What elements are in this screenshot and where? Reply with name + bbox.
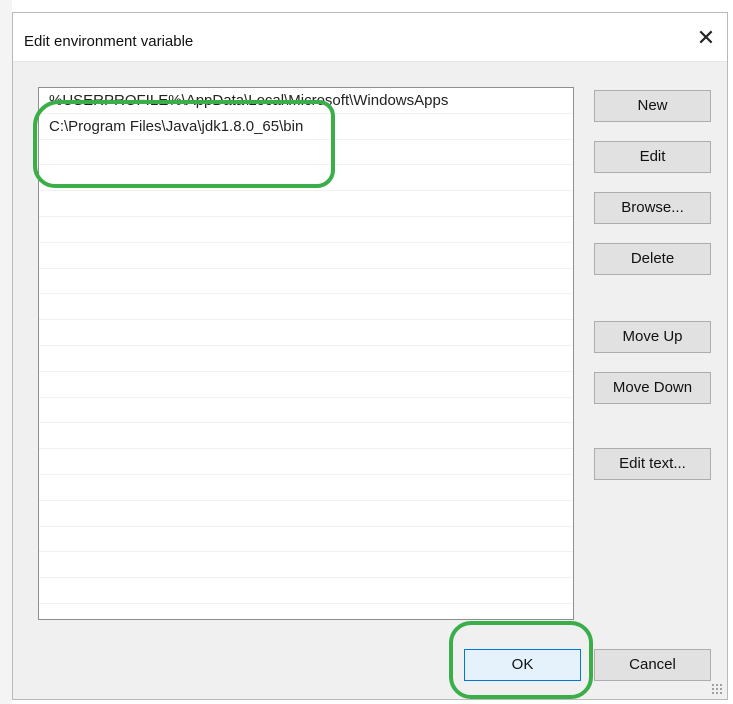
dialog-title: Edit environment variable: [24, 33, 194, 50]
empty-list-row[interactable]: [39, 269, 573, 295]
empty-list-row[interactable]: [39, 423, 573, 450]
empty-list-row[interactable]: [39, 475, 573, 501]
empty-list-row[interactable]: [39, 449, 573, 475]
delete-button[interactable]: Delete: [594, 243, 711, 275]
edit-environment-variable-dialog: Edit environment variable ✕ %USERPROFILE…: [12, 12, 728, 700]
edit-button[interactable]: Edit: [594, 141, 711, 173]
empty-list-row[interactable]: [39, 527, 573, 553]
ok-button[interactable]: OK: [464, 649, 581, 681]
empty-list-row[interactable]: [39, 140, 573, 166]
empty-list-row[interactable]: [39, 552, 573, 579]
title-bar: Edit environment variable ✕: [13, 13, 727, 62]
browse-button[interactable]: Browse...: [594, 192, 711, 224]
empty-list-row[interactable]: [39, 346, 573, 372]
cancel-button[interactable]: Cancel: [594, 649, 711, 681]
background-window-edge: [0, 0, 12, 704]
empty-list-row[interactable]: [39, 294, 573, 321]
empty-list-row[interactable]: [39, 243, 573, 269]
empty-list-row[interactable]: [39, 398, 573, 424]
resize-grip-icon[interactable]: [711, 683, 723, 695]
move-up-button[interactable]: Move Up: [594, 321, 711, 353]
path-entries-list[interactable]: %USERPROFILE%\AppData\Local\Microsoft\Wi…: [38, 87, 574, 620]
empty-list-row[interactable]: [39, 372, 573, 398]
move-down-button[interactable]: Move Down: [594, 372, 711, 404]
empty-list-row[interactable]: [39, 165, 573, 192]
list-item[interactable]: %USERPROFILE%\AppData\Local\Microsoft\Wi…: [39, 88, 573, 114]
empty-list-row[interactable]: [39, 320, 573, 346]
empty-list-row[interactable]: [39, 578, 573, 604]
empty-list-row[interactable]: [39, 217, 573, 243]
empty-list-row[interactable]: [39, 501, 573, 527]
edit-text-button[interactable]: Edit text...: [594, 448, 711, 480]
new-button[interactable]: New: [594, 90, 711, 122]
list-item[interactable]: C:\Program Files\Java\jdk1.8.0_65\bin: [39, 114, 573, 140]
empty-list-row[interactable]: [39, 191, 573, 217]
close-icon[interactable]: ✕: [691, 23, 721, 53]
